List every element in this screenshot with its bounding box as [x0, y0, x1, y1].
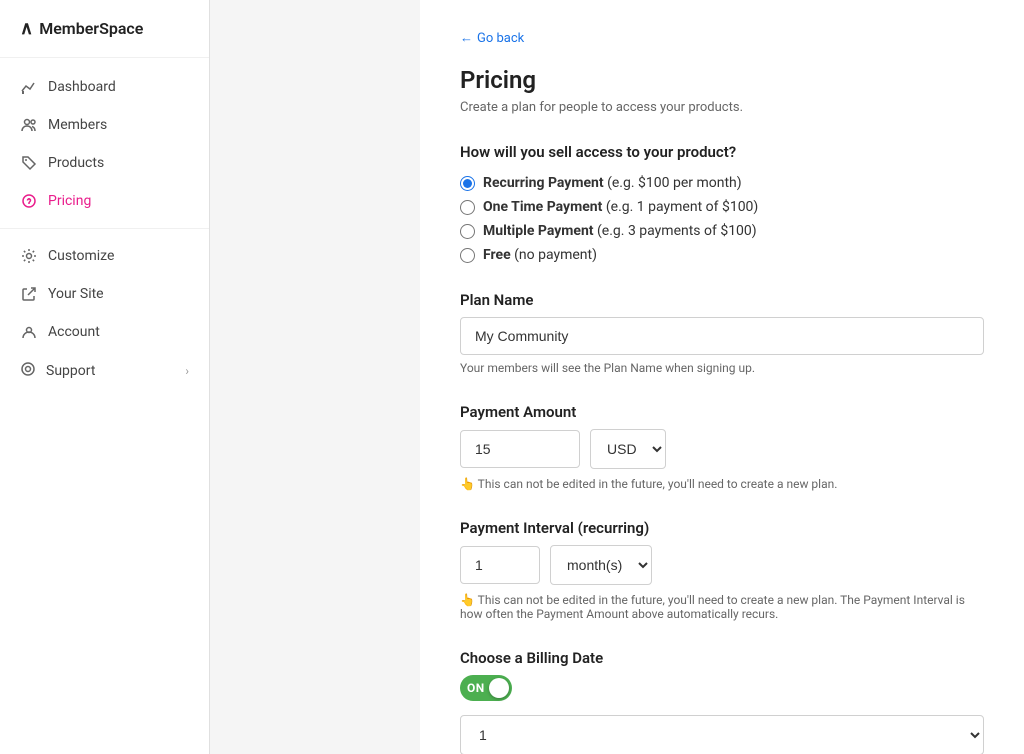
payment-interval-label: Payment Interval (recurring): [460, 519, 984, 537]
radio-recurring-label: Recurring Payment (e.g. $100 per month): [483, 175, 742, 191]
sidebar-item-products[interactable]: Products: [0, 144, 209, 182]
payment-interval-section: Payment Interval (recurring) month(s) ye…: [460, 519, 984, 621]
sidebar-item-customize-label: Customize: [48, 248, 114, 264]
payment-amount-label: Payment Amount: [460, 403, 984, 421]
pricing-icon: [20, 192, 38, 210]
sidebar-item-your-site[interactable]: Your Site: [0, 275, 209, 313]
go-back-arrow: ←: [460, 30, 473, 46]
left-filler: [210, 0, 420, 754]
sidebar-item-account[interactable]: Account: [0, 313, 209, 351]
payment-type-radio-group: Recurring Payment (e.g. $100 per month) …: [460, 175, 984, 263]
sell-access-section: How will you sell access to your product…: [460, 143, 984, 263]
chart-icon: [20, 78, 38, 96]
page-subtitle: Create a plan for people to access your …: [460, 100, 984, 115]
support-icon: [20, 361, 36, 381]
billing-date-toggle[interactable]: ON: [460, 675, 512, 701]
sidebar-item-support[interactable]: Support ›: [0, 351, 209, 391]
go-back-text: Go back: [477, 31, 524, 46]
go-back-link[interactable]: ← Go back: [460, 30, 524, 46]
radio-free-input[interactable]: [460, 248, 475, 263]
sidebar-nav: Dashboard Members Products: [0, 58, 209, 401]
radio-one-time-label: One Time Payment (e.g. 1 payment of $100…: [483, 199, 758, 215]
main-content: ← Go back Pricing Create a plan for peop…: [420, 0, 1024, 754]
sidebar-item-support-label: Support: [46, 363, 95, 379]
external-icon: [20, 285, 38, 303]
plan-name-label: Plan Name: [460, 291, 984, 309]
sidebar-item-products-label: Products: [48, 155, 104, 171]
toggle-on-label: ON: [467, 681, 485, 695]
logo-text: MemberSpace: [39, 19, 143, 38]
plan-name-hint: Your members will see the Plan Name when…: [460, 361, 984, 375]
sidebar-item-customize[interactable]: Customize: [0, 237, 209, 275]
payment-amount-input[interactable]: [460, 430, 580, 468]
plan-name-section: Plan Name Your members will see the Plan…: [460, 291, 984, 375]
sell-access-heading: How will you sell access to your product…: [460, 143, 984, 161]
payment-interval-warning: 👆 This can not be edited in the future, …: [460, 593, 984, 621]
plan-name-input[interactable]: [460, 317, 984, 355]
payment-amount-section: Payment Amount USD EUR GBP CAD AUD 👆 Thi…: [460, 403, 984, 491]
billing-date-toggle-container: ON: [460, 675, 984, 701]
billing-date-select[interactable]: 1 2 3 4 5 6 7 8 9 10 15 20 25 28: [460, 715, 984, 754]
radio-one-time-input[interactable]: [460, 200, 475, 215]
logo-icon: ∧: [20, 18, 33, 39]
sidebar-item-account-label: Account: [48, 324, 100, 340]
radio-free[interactable]: Free (no payment): [460, 247, 984, 263]
people-icon: [20, 116, 38, 134]
radio-multiple[interactable]: Multiple Payment (e.g. 3 payments of $10…: [460, 223, 984, 239]
billing-date-section: Choose a Billing Date ON 1 2 3 4 5 6 7 8…: [460, 649, 984, 754]
payment-amount-warning: 👆 This can not be edited in the future, …: [460, 477, 984, 491]
payment-interval-row: month(s) year(s) week(s): [460, 545, 984, 585]
sidebar-item-pricing-label: Pricing: [48, 193, 91, 209]
sidebar-item-members[interactable]: Members: [0, 106, 209, 144]
radio-recurring-input[interactable]: [460, 176, 475, 191]
sidebar: ∧ MemberSpace Dashboard Members: [0, 0, 210, 754]
sidebar-item-your-site-label: Your Site: [48, 286, 104, 302]
payment-amount-row: USD EUR GBP CAD AUD: [460, 429, 984, 469]
billing-date-label: Choose a Billing Date: [460, 649, 984, 667]
gear-icon: [20, 247, 38, 265]
chevron-right-icon: ›: [185, 364, 189, 378]
app-logo: ∧ MemberSpace: [0, 0, 209, 58]
content-panel: ← Go back Pricing Create a plan for peop…: [420, 0, 1024, 754]
page-title: Pricing: [460, 66, 984, 94]
interval-select[interactable]: month(s) year(s) week(s): [550, 545, 652, 585]
radio-multiple-input[interactable]: [460, 224, 475, 239]
sidebar-item-dashboard[interactable]: Dashboard: [0, 68, 209, 106]
currency-select[interactable]: USD EUR GBP CAD AUD: [590, 429, 666, 469]
sidebar-item-pricing[interactable]: Pricing: [0, 182, 209, 220]
payment-interval-input[interactable]: [460, 546, 540, 584]
person-icon: [20, 323, 38, 341]
sidebar-item-members-label: Members: [48, 117, 107, 133]
radio-recurring[interactable]: Recurring Payment (e.g. $100 per month): [460, 175, 984, 191]
sidebar-divider-1: [0, 228, 209, 229]
toggle-thumb: [489, 678, 509, 698]
radio-multiple-label: Multiple Payment (e.g. 3 payments of $10…: [483, 223, 757, 239]
radio-one-time[interactable]: One Time Payment (e.g. 1 payment of $100…: [460, 199, 984, 215]
sidebar-item-dashboard-label: Dashboard: [48, 79, 116, 95]
radio-free-label: Free (no payment): [483, 247, 597, 263]
tag-icon: [20, 154, 38, 172]
